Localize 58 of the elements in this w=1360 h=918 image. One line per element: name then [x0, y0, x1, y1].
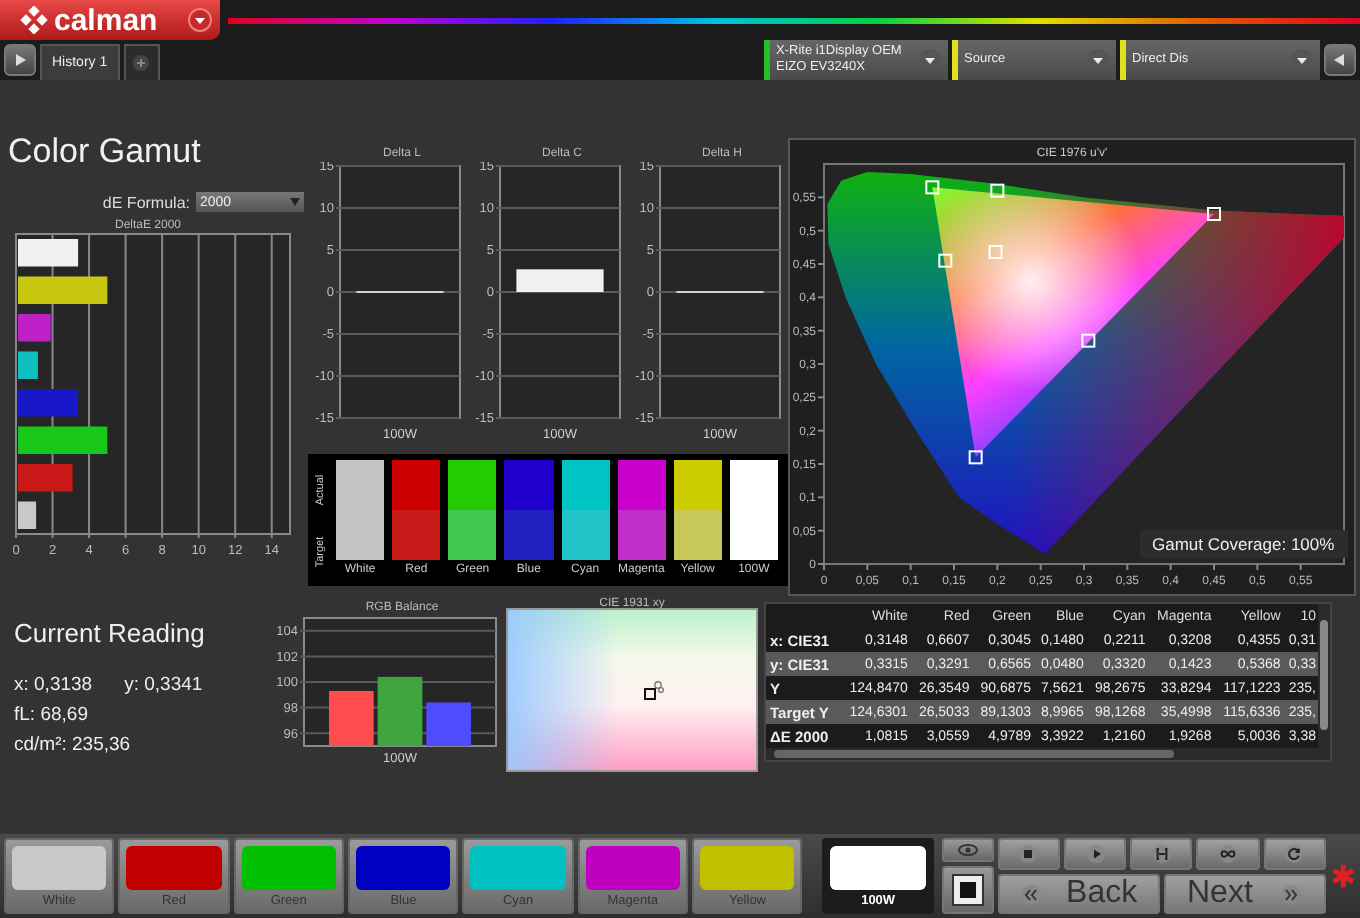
- back-button[interactable]: Back: [997, 874, 1160, 914]
- chart-bar: [18, 276, 108, 304]
- play-icon: [1085, 844, 1106, 864]
- logo-icon: [20, 6, 48, 34]
- loop-button[interactable]: [1196, 838, 1259, 870]
- play-button[interactable]: [1063, 838, 1127, 870]
- page-title: Color Gamut: [8, 132, 203, 172]
- add-tab-button[interactable]: [123, 44, 160, 80]
- chart-bar: [18, 389, 79, 417]
- target-marker: [1207, 207, 1221, 221]
- bracket-icon: [1151, 844, 1172, 864]
- bracket-button[interactable]: [1130, 838, 1193, 870]
- refresh-button[interactable]: [1263, 838, 1326, 870]
- arrow-icon: [1332, 52, 1348, 68]
- asterisk-icon: [1329, 862, 1356, 890]
- double-chevron-right-icon: [1279, 883, 1302, 905]
- double-chevron-left-icon: [1019, 883, 1042, 905]
- stop-icon: [1018, 844, 1039, 864]
- target-marker: [988, 245, 1003, 259]
- target-marker: [1081, 333, 1096, 348]
- next-button[interactable]: Next: [1163, 874, 1326, 914]
- infinity-icon: [1217, 844, 1238, 864]
- reference-marker-icon: [644, 680, 664, 704]
- reading-value: x: 0,3138: [14, 674, 93, 696]
- target-marker: [968, 450, 983, 465]
- caret-icon: [188, 8, 212, 32]
- eye-icon: [957, 844, 978, 856]
- chart-bar: [18, 351, 38, 379]
- expand-button[interactable]: [4, 44, 36, 76]
- scroll-left-button[interactable]: [1324, 44, 1356, 76]
- target-marker: [925, 180, 940, 195]
- chart-bar: [516, 269, 604, 292]
- section-title: Current Reading: [14, 618, 207, 648]
- chart-bar: [18, 501, 37, 529]
- caret-icon: [290, 198, 300, 206]
- target-marker: [938, 253, 953, 268]
- chart-bar: [18, 239, 79, 267]
- stop-icon: [951, 874, 984, 906]
- chart-bar: [18, 314, 51, 342]
- vertical-scrollbar: [1318, 604, 1330, 748]
- stop-button[interactable]: [941, 866, 994, 914]
- arrow-icon: [12, 52, 28, 68]
- chart-bar: [329, 690, 374, 746]
- stop-button[interactable]: [997, 838, 1060, 870]
- chart-bar: [426, 702, 471, 746]
- plus-icon: [132, 54, 151, 72]
- formula-label: dE Formula:: [102, 193, 190, 211]
- reading-value: fL: 68,69: [14, 704, 88, 726]
- app-menu-button[interactable]: calman: [0, 0, 220, 40]
- target-marker: [990, 183, 1005, 198]
- chart-bar: [18, 464, 73, 492]
- chart-bar: [377, 676, 423, 746]
- chart-bar: [18, 426, 108, 454]
- refresh-icon: [1284, 844, 1305, 864]
- reading-value: cd/m²: 235,36: [14, 734, 131, 756]
- view-button[interactable]: [941, 838, 994, 862]
- reading-value: y: 0,3341: [124, 674, 203, 696]
- gamut-coverage-label: Gamut Coverage: 100%: [1140, 530, 1348, 558]
